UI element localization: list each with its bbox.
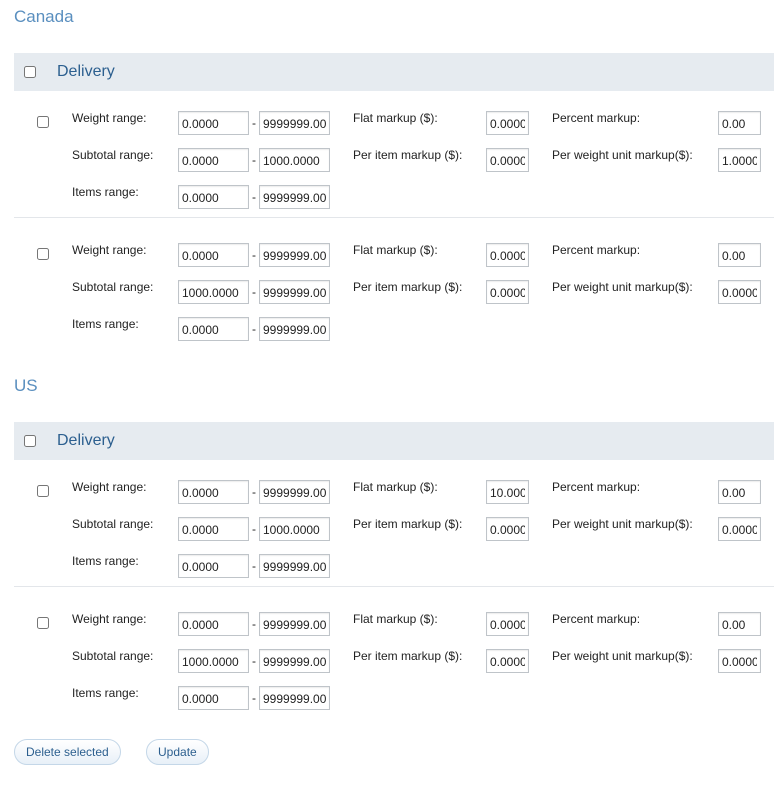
- flat-markup-input[interactable]: [486, 480, 529, 504]
- flat-markup-label: Flat markup ($):: [353, 480, 438, 494]
- subtotal-max-input[interactable]: [259, 280, 330, 304]
- percent-markup-input[interactable]: [718, 243, 761, 267]
- select-all-canada-checkbox[interactable]: [24, 66, 36, 78]
- range-dash: -: [252, 248, 256, 262]
- rate-row-checkbox[interactable]: [37, 485, 49, 497]
- subtotal-range-label: Subtotal range:: [72, 280, 154, 294]
- per-item-markup-input[interactable]: [486, 148, 529, 172]
- percent-markup-label: Percent markup:: [552, 612, 641, 626]
- per-weight-unit-markup-label: Per weight unit markup($):: [552, 517, 693, 531]
- select-all-us-checkbox[interactable]: [24, 435, 36, 447]
- percent-markup-label: Percent markup:: [552, 243, 641, 257]
- per-weight-unit-markup-input[interactable]: [718, 517, 761, 541]
- weight-min-input[interactable]: [178, 612, 249, 636]
- per-weight-unit-markup-label: Per weight unit markup($):: [552, 649, 693, 663]
- percent-markup-input[interactable]: [718, 612, 761, 636]
- country-title-canada: Canada: [14, 7, 74, 26]
- range-dash: -: [252, 691, 256, 705]
- range-dash: -: [252, 322, 256, 336]
- delete-selected-button[interactable]: Delete selected: [14, 739, 121, 765]
- subtotal-min-input[interactable]: [178, 148, 249, 172]
- items-range-label: Items range:: [72, 554, 139, 568]
- subtotal-range-label: Subtotal range:: [72, 517, 154, 531]
- range-dash: -: [252, 190, 256, 204]
- range-dash: -: [252, 485, 256, 499]
- items-max-input[interactable]: [259, 185, 330, 209]
- delivery-group-header-us: Delivery: [14, 422, 774, 460]
- items-min-input[interactable]: [178, 317, 249, 341]
- items-range-label: Items range:: [72, 686, 139, 700]
- weight-min-input[interactable]: [178, 243, 249, 267]
- subtotal-min-input[interactable]: [178, 649, 249, 673]
- rate-row-canada-2: Weight range: - Flat markup ($): Percent…: [14, 232, 774, 349]
- weight-min-input[interactable]: [178, 111, 249, 135]
- percent-markup-input[interactable]: [718, 111, 761, 135]
- percent-markup-label: Percent markup:: [552, 480, 641, 494]
- items-max-input[interactable]: [259, 686, 330, 710]
- subtotal-range-label: Subtotal range:: [72, 649, 154, 663]
- weight-max-input[interactable]: [259, 111, 330, 135]
- rate-row-us-2: Weight range: - Flat markup ($): Percent…: [14, 601, 774, 718]
- per-weight-unit-markup-label: Per weight unit markup($):: [552, 280, 693, 294]
- shipping-rates-page: Canada Delivery Weight range: - Flat mar…: [0, 0, 779, 791]
- flat-markup-input[interactable]: [486, 111, 529, 135]
- flat-markup-label: Flat markup ($):: [353, 111, 438, 125]
- delivery-label: Delivery: [57, 63, 115, 80]
- per-item-markup-label: Per item markup ($):: [353, 280, 463, 294]
- range-dash: -: [252, 654, 256, 668]
- flat-markup-label: Flat markup ($):: [353, 243, 438, 257]
- delivery-label: Delivery: [57, 432, 115, 449]
- rate-row-checkbox[interactable]: [37, 248, 49, 260]
- rate-row-checkbox[interactable]: [37, 617, 49, 629]
- rate-row-canada-1: Weight range: - Flat markup ($): Percent…: [14, 100, 774, 218]
- per-item-markup-input[interactable]: [486, 517, 529, 541]
- per-item-markup-label: Per item markup ($):: [353, 517, 463, 531]
- items-min-input[interactable]: [178, 554, 249, 578]
- range-dash: -: [252, 285, 256, 299]
- subtotal-range-label: Subtotal range:: [72, 148, 154, 162]
- items-min-input[interactable]: [178, 686, 249, 710]
- per-weight-unit-markup-label: Per weight unit markup($):: [552, 148, 693, 162]
- percent-markup-input[interactable]: [718, 480, 761, 504]
- weight-max-input[interactable]: [259, 612, 330, 636]
- per-item-markup-input[interactable]: [486, 280, 529, 304]
- subtotal-min-input[interactable]: [178, 280, 249, 304]
- items-max-input[interactable]: [259, 317, 330, 341]
- per-weight-unit-markup-input[interactable]: [718, 649, 761, 673]
- subtotal-max-input[interactable]: [259, 517, 330, 541]
- items-max-input[interactable]: [259, 554, 330, 578]
- items-range-label: Items range:: [72, 317, 139, 331]
- country-title-us: US: [14, 376, 38, 395]
- items-min-input[interactable]: [178, 185, 249, 209]
- weight-min-input[interactable]: [178, 480, 249, 504]
- subtotal-min-input[interactable]: [178, 517, 249, 541]
- subtotal-max-input[interactable]: [259, 649, 330, 673]
- per-item-markup-input[interactable]: [486, 649, 529, 673]
- range-dash: -: [252, 153, 256, 167]
- range-dash: -: [252, 559, 256, 573]
- weight-range-label: Weight range:: [72, 612, 147, 626]
- rate-row-checkbox[interactable]: [37, 116, 49, 128]
- weight-max-input[interactable]: [259, 243, 330, 267]
- weight-range-label: Weight range:: [72, 480, 147, 494]
- per-weight-unit-markup-input[interactable]: [718, 148, 761, 172]
- flat-markup-input[interactable]: [486, 612, 529, 636]
- weight-range-label: Weight range:: [72, 243, 147, 257]
- percent-markup-label: Percent markup:: [552, 111, 641, 125]
- range-dash: -: [252, 522, 256, 536]
- flat-markup-label: Flat markup ($):: [353, 612, 438, 626]
- range-dash: -: [252, 617, 256, 631]
- per-item-markup-label: Per item markup ($):: [353, 148, 463, 162]
- items-range-label: Items range:: [72, 185, 139, 199]
- flat-markup-input[interactable]: [486, 243, 529, 267]
- subtotal-max-input[interactable]: [259, 148, 330, 172]
- delivery-group-header-canada: Delivery: [14, 53, 774, 91]
- per-weight-unit-markup-input[interactable]: [718, 280, 761, 304]
- range-dash: -: [252, 116, 256, 130]
- per-item-markup-label: Per item markup ($):: [353, 649, 463, 663]
- update-button[interactable]: Update: [146, 739, 209, 765]
- weight-range-label: Weight range:: [72, 111, 147, 125]
- weight-max-input[interactable]: [259, 480, 330, 504]
- rate-row-us-1: Weight range: - Flat markup ($): Percent…: [14, 469, 774, 587]
